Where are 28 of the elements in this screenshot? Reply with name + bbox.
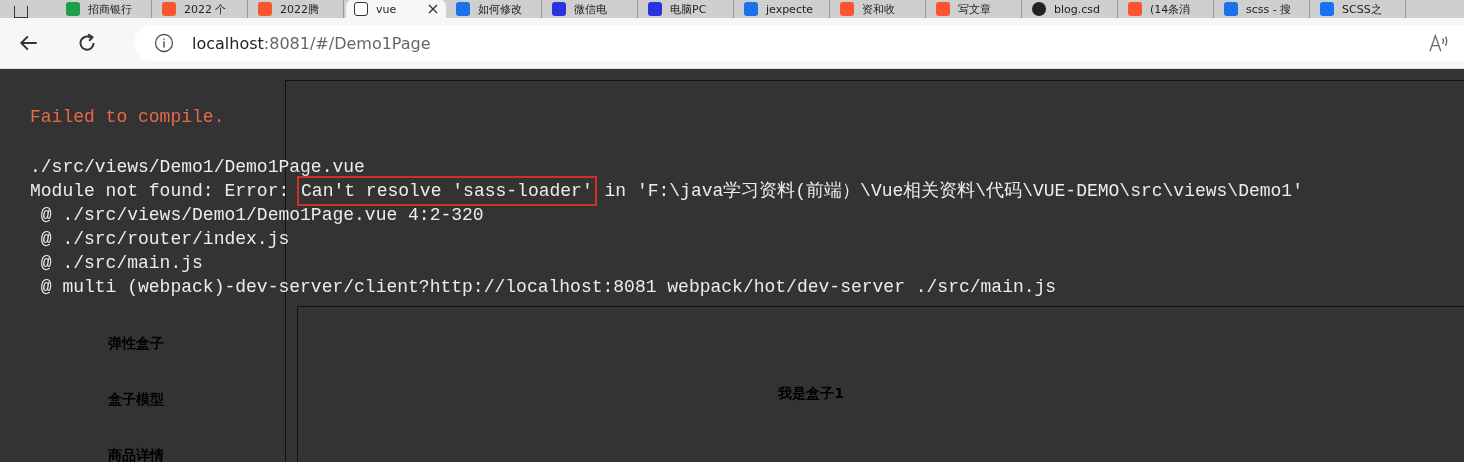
favicon-icon bbox=[744, 2, 758, 16]
info-icon[interactable] bbox=[154, 33, 174, 53]
favicon-icon bbox=[552, 2, 566, 16]
read-aloud-icon[interactable] bbox=[1428, 33, 1450, 53]
favicon-icon bbox=[648, 2, 662, 16]
favicon-icon bbox=[258, 2, 272, 16]
highlighted-error: Can't resolve 'sass-loader' bbox=[300, 179, 594, 203]
stack-trace-line: @ ./src/router/index.js bbox=[39, 228, 291, 251]
favicon-icon bbox=[354, 2, 368, 16]
error-message: Module not found: Error: bbox=[30, 180, 290, 203]
favicon-icon bbox=[1128, 2, 1142, 16]
favicon-icon bbox=[936, 2, 950, 16]
error-file: ./src/views/Demo1/Demo1Page.vue bbox=[30, 156, 366, 179]
favicon-icon bbox=[1224, 2, 1238, 16]
stack-trace-line: @ multi (webpack)-dev-server/client?http://localhost:8081 webpack/hot/dev-server ./src/main.js bbox=[39, 276, 1058, 299]
stack-trace-line: @ ./src/main.js bbox=[39, 252, 204, 275]
error-title: Failed to compile. bbox=[30, 106, 226, 129]
browser-tab[interactable]: vue bbox=[346, 0, 446, 18]
address-field[interactable]: localhost:8081/#/Demo1Page bbox=[134, 25, 1464, 61]
error-path: in 'F:\java学习资料(前端）\Vue相关资料\代码\VUE-DEMO\src\views\Demo1' bbox=[604, 180, 1303, 203]
close-icon[interactable] bbox=[428, 4, 438, 14]
favicon-icon bbox=[456, 2, 470, 16]
favicon-icon bbox=[66, 2, 80, 16]
favicon-icon bbox=[162, 2, 176, 16]
favicon-icon bbox=[840, 2, 854, 16]
favicon-icon bbox=[1032, 2, 1046, 16]
favicon-icon bbox=[1320, 2, 1334, 16]
stack-trace-line: @ ./src/views/Demo1/Demo1Page.vue 4:2-320 bbox=[39, 204, 485, 227]
